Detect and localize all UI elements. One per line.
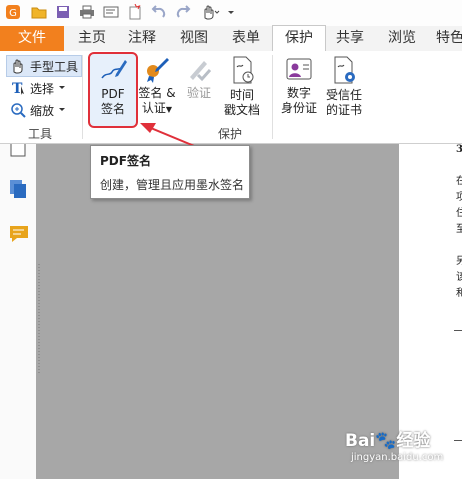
pdf-sign-label: PDF 签名 — [101, 87, 125, 117]
zoom-button[interactable]: 缩放 — [6, 100, 70, 120]
group-divider — [82, 55, 83, 139]
tab-home[interactable]: 主页 — [72, 26, 112, 51]
panel-splitter[interactable] — [36, 144, 42, 479]
select-button[interactable]: T 选择 — [6, 78, 70, 98]
open-folder-icon[interactable] — [30, 3, 48, 21]
pdf-sign-label-line2: 签名 — [100, 102, 125, 116]
verify-button[interactable]: 验证 — [182, 53, 216, 125]
page-text-char: 和 — [456, 288, 462, 299]
trusted-certificates-label-line2: 的证书 — [325, 103, 362, 117]
new-document-icon[interactable] — [126, 3, 144, 21]
page-rule — [454, 330, 462, 331]
pdf-sign-label-line1: PDF — [101, 87, 125, 101]
watermark-brand-suffix: 经验 — [396, 431, 431, 451]
digital-id-button[interactable]: 数字 身份证 — [278, 53, 320, 125]
group-divider — [272, 55, 273, 139]
chevron-down-icon — [59, 86, 66, 89]
zoom-icon — [11, 103, 26, 118]
hand-icon — [13, 59, 23, 74]
zoom-label: 缩放 — [30, 103, 55, 118]
trusted-certificate-icon — [334, 56, 355, 84]
digital-id-label-line2: 身份证 — [280, 101, 317, 115]
verify-signature-icon — [190, 61, 212, 82]
tab-share[interactable]: 共享 — [330, 26, 370, 51]
tooltip-title: PDF签名 — [100, 154, 151, 168]
digital-id-label: 数字 身份证 — [281, 86, 317, 116]
hand-tool-button[interactable]: 手型工具 — [6, 55, 83, 77]
trusted-certificates-label-line1: 受信任 — [325, 88, 362, 102]
tab-form[interactable]: 表单 — [226, 26, 266, 51]
paw-icon: 🐾 — [375, 431, 397, 451]
watermark-url: jingyan.baidu.com — [351, 452, 444, 463]
page-text-heading: 3. — [456, 144, 462, 155]
tab-featured[interactable]: 特色 — [430, 26, 462, 51]
layers-icon[interactable] — [8, 178, 30, 203]
redo-icon[interactable] — [174, 3, 192, 21]
page-text-char: 在 — [456, 176, 462, 187]
properties-icon[interactable] — [102, 3, 120, 21]
comments-icon[interactable] — [8, 224, 30, 247]
chevron-down-icon — [59, 108, 66, 111]
page-text-char: 项 — [456, 192, 462, 203]
watermark: Bai🐾经验 jingyan.baidu.com — [345, 424, 460, 474]
trusted-certificates-button[interactable]: 受信任 的证书 — [322, 53, 366, 125]
tab-comment[interactable]: 注释 — [122, 26, 162, 51]
hand-dropdown-icon[interactable] — [198, 3, 222, 21]
trusted-certificates-label: 受信任 的证书 — [326, 88, 362, 118]
tools-group-label: 工具 — [28, 127, 53, 141]
page-text-char: 至 — [456, 224, 462, 235]
tooltip: PDF签名 创建，管理且应用墨水签名 — [90, 145, 250, 199]
tab-browse[interactable]: 浏览 — [382, 26, 422, 51]
sign-certify-label-line1: 签名 & — [138, 86, 176, 100]
hand-tool-label: 手型工具 — [30, 59, 79, 74]
print-icon[interactable] — [78, 3, 96, 21]
undo-icon[interactable] — [150, 3, 168, 21]
sign-certify-button[interactable]: 签名 & 认证▼ — [136, 53, 178, 125]
tab-file[interactable]: 文件 — [0, 26, 64, 51]
watermark-brand: Bai — [345, 431, 376, 451]
quick-access-toolbar: G — [0, 0, 462, 27]
chevron-down-icon: ▼ — [165, 105, 173, 114]
left-navigation-pane — [0, 144, 37, 479]
ribbon-tabs: 文件 主页 注释 视图 表单 保护 共享 浏览 特色 — [0, 25, 462, 52]
page-thumbnail-icon[interactable] — [8, 144, 28, 161]
select-label: 选择 — [30, 81, 55, 96]
app-logo-icon: G — [4, 3, 22, 21]
timestamp-document-icon — [233, 56, 254, 84]
tooltip-description: 创建，管理且应用墨水签名 — [100, 178, 245, 192]
sign-certify-label: 签名 & 认证▼ — [138, 86, 175, 117]
page-text-char: 住 — [456, 208, 462, 219]
timestamp-label-line1: 时间 — [229, 88, 254, 102]
tab-protect[interactable]: 保护 — [272, 25, 326, 52]
verify-label: 验证 — [186, 86, 211, 100]
timestamp-button[interactable]: 时间 戳文档 — [222, 53, 262, 125]
page-text-char: 另 — [456, 256, 462, 267]
save-icon[interactable] — [54, 3, 72, 21]
svg-text:G: G — [9, 8, 17, 19]
timestamp-label: 时间 戳文档 — [224, 88, 260, 118]
timestamp-label-line2: 戳文档 — [223, 103, 260, 117]
customize-toolbar-icon[interactable] — [226, 3, 236, 21]
tab-view[interactable]: 视图 — [174, 26, 214, 51]
sign-certify-label-line2: 认证 — [141, 101, 166, 115]
pdf-sign-button[interactable]: PDF 签名 — [88, 52, 138, 128]
text-select-icon: T — [12, 81, 24, 96]
digital-id-label-line1: 数字 — [286, 86, 311, 100]
digital-id-icon — [286, 58, 312, 80]
pen-signature-icon — [101, 60, 127, 79]
page-text-char: 该 — [456, 272, 462, 283]
sign-certify-icon — [147, 58, 169, 83]
